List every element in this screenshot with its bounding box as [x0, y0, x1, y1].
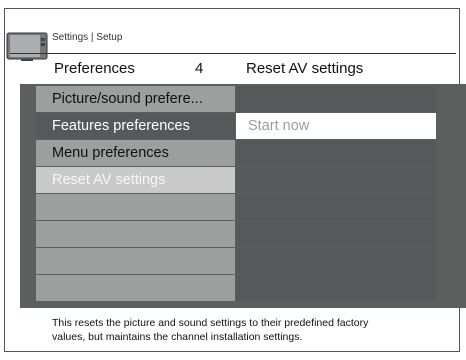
header-count: 4 [195, 60, 204, 77]
header-title: Preferences [54, 60, 135, 77]
menu-item-label: Features preferences [52, 118, 190, 134]
preferences-menu: Picture/sound prefere... Features prefer… [36, 86, 235, 302]
help-text-line: values, but maintains the channel instal… [52, 331, 303, 343]
menu-item-empty [36, 221, 235, 247]
menu-item-empty [36, 248, 235, 274]
menu-item-empty [36, 194, 235, 220]
reset-submenu: Start now [236, 86, 436, 302]
help-description: This resets the picture and sound settin… [52, 316, 447, 344]
submenu-item-empty [236, 221, 436, 247]
menu-item-features[interactable]: Features preferences [36, 113, 235, 139]
submenu-item-empty [236, 248, 436, 274]
submenu-item-empty [236, 140, 436, 166]
submenu-item-label: Start now [248, 118, 310, 134]
menu-item-label: Reset AV settings [52, 172, 166, 188]
submenu-item-empty [236, 275, 436, 301]
menu-item-menu-preferences[interactable]: Menu preferences [36, 140, 235, 166]
menu-item-label: Picture/sound prefere... [52, 91, 203, 107]
menu-item-picture-sound[interactable]: Picture/sound prefere... [36, 86, 235, 112]
start-now-button[interactable]: Start now [236, 113, 436, 139]
help-text-line: This resets the picture and sound settin… [52, 317, 369, 329]
header-right-title: Reset AV settings [246, 60, 364, 77]
breadcrumb: Settings | Setup [52, 32, 123, 43]
menu-item-empty [36, 275, 235, 301]
header-divider [10, 53, 456, 54]
submenu-item-empty [236, 167, 436, 193]
submenu-item-empty [236, 86, 436, 112]
menu-item-reset-av[interactable]: Reset AV settings [36, 167, 235, 193]
menu-item-label: Menu preferences [52, 145, 169, 161]
tv-icon [6, 32, 48, 61]
submenu-item-empty [236, 194, 436, 220]
